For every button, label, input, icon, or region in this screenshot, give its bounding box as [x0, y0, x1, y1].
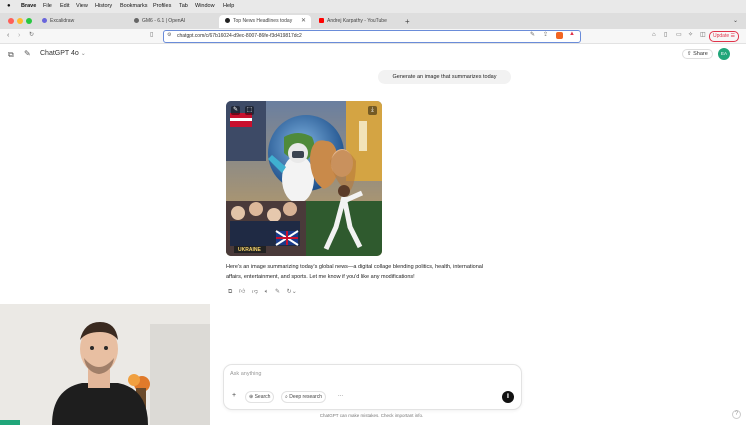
model-label: ChatGPT 4o: [40, 50, 79, 57]
search-button[interactable]: ⊕ Search: [245, 391, 275, 403]
generated-image[interactable]: UKRAINE ✎ ⬚ ⤓: [226, 101, 382, 256]
share-icon: ⇧: [687, 51, 692, 57]
tab-excalidraw[interactable]: Excalidraw: [36, 15, 122, 28]
menu-file[interactable]: File: [43, 3, 52, 9]
model-selector[interactable]: ChatGPT 4o ⌄: [40, 50, 86, 57]
tab-label: GM6 - 6.1 | OpenAI: [142, 18, 186, 24]
chevron-down-icon: ⌄: [80, 51, 86, 57]
tab-label: Excalidraw: [50, 18, 75, 24]
avatar[interactable]: EA: [718, 48, 730, 60]
wallet-icon[interactable]: ▭: [676, 31, 682, 40]
new-tab-button[interactable]: +: [405, 15, 410, 28]
youtube-icon: [319, 18, 324, 24]
sidebar-toggle-icon[interactable]: ⧉: [8, 50, 14, 60]
menu-app-name[interactable]: Brave: [21, 3, 36, 9]
menu-edit[interactable]: Edit: [60, 3, 69, 9]
menu-window[interactable]: Window: [195, 3, 215, 9]
tab-label: Andrej Karpathy - YouTube: [327, 18, 387, 24]
deep-research-button[interactable]: ⌕ Deep research: [281, 391, 326, 403]
tab-top-news[interactable]: Top News Headlines today ✕: [219, 15, 311, 28]
back-icon[interactable]: ‹: [7, 31, 9, 40]
edit-icon[interactable]: ✎: [530, 31, 535, 38]
menu-bookmarks[interactable]: Bookmarks: [120, 3, 148, 9]
menu-history[interactable]: History: [95, 3, 112, 9]
copy-icon[interactable]: ⧉: [228, 289, 232, 295]
presenter-video: [0, 304, 210, 425]
url-text[interactable]: chatgpt.com/c/67b16024-d9ec-8007-86fe-f3…: [177, 33, 302, 39]
share-page-icon[interactable]: ⇪: [543, 31, 548, 38]
brave-shields-icon[interactable]: [556, 32, 563, 39]
deep-research-label: Deep research: [289, 394, 322, 400]
help-icon[interactable]: ?: [732, 410, 741, 419]
reload-icon[interactable]: ↻: [29, 31, 34, 40]
menu-view[interactable]: View: [76, 3, 88, 9]
thumbs-up-icon[interactable]: 👍︎: [239, 289, 245, 295]
forward-icon[interactable]: ›: [18, 31, 20, 40]
apple-icon[interactable]: ●: [7, 3, 11, 9]
openai-icon: [134, 18, 139, 24]
more-options-icon[interactable]: ···: [335, 391, 346, 401]
image-caption: UKRAINE: [238, 247, 261, 253]
sidebar-icon[interactable]: ▯: [664, 31, 667, 40]
share-button[interactable]: ⇧ Share: [682, 49, 713, 59]
chatgpt-icon: [225, 18, 230, 24]
voice-mode-icon[interactable]: ⦀: [502, 391, 514, 403]
vpn-icon[interactable]: ◫: [700, 31, 706, 40]
menu-tab[interactable]: Tab: [179, 3, 188, 9]
composer: [223, 364, 522, 410]
bookmark-icon[interactable]: ▯: [150, 31, 153, 40]
menu-help[interactable]: Help: [223, 3, 234, 9]
browser-toolbar: ‹ › ↻ ▯ ⚙ chatgpt.com/c/67b16024-d9ec-80…: [0, 29, 746, 44]
share-label: Share: [693, 51, 708, 57]
new-chat-icon[interactable]: ✎: [24, 49, 31, 58]
tab-strip: Excalidraw GM6 - 6.1 | OpenAI Top News H…: [0, 13, 746, 29]
thumbs-down-icon[interactable]: 👎︎: [252, 289, 258, 295]
tab-youtube[interactable]: Andrej Karpathy - YouTube: [313, 15, 403, 28]
select-area-icon[interactable]: ⬚: [245, 106, 254, 115]
update-label: Update: [713, 33, 730, 39]
tab-list-chevron-icon[interactable]: ⌄: [733, 15, 738, 28]
mac-menu-bar: ● Brave File Edit View History Bookmarks…: [0, 0, 746, 13]
user-message: Generate an image that summarizes today: [378, 70, 511, 84]
puzzle-icon[interactable]: ✧: [688, 31, 693, 40]
globe-icon: ⊕: [249, 394, 254, 400]
tab-label: Top News Headlines today: [233, 18, 293, 24]
download-icon[interactable]: ⤓: [368, 106, 377, 115]
edit-in-canvas-icon[interactable]: ✎: [275, 289, 280, 295]
close-tab-icon[interactable]: ✕: [301, 15, 306, 28]
telescope-icon: ⌕: [285, 394, 288, 400]
tab-openai[interactable]: GM6 - 6.1 | OpenAI: [128, 15, 216, 28]
regenerate-icon[interactable]: ↻⌄: [287, 289, 297, 295]
collage-image: [226, 101, 382, 256]
site-settings-icon[interactable]: ⚙: [167, 32, 171, 38]
extensions-icon[interactable]: ⌂: [652, 31, 656, 40]
disclaimer: ChatGPT can make mistakes. Check importa…: [319, 413, 424, 418]
update-button[interactable]: Update ☰: [709, 31, 739, 42]
excalidraw-icon: [42, 18, 47, 24]
address-bar[interactable]: ⚙ chatgpt.com/c/67b16024-d9ec-8007-86fe-…: [163, 30, 581, 43]
zoom-window-icon[interactable]: [26, 18, 32, 24]
close-window-icon[interactable]: [8, 18, 14, 24]
search-label: Search: [254, 394, 271, 400]
edit-image-icon[interactable]: ✎: [231, 106, 240, 115]
read-aloud-icon[interactable]: 🔈︎: [265, 289, 269, 295]
minimize-window-icon[interactable]: [17, 18, 23, 24]
brave-rewards-icon[interactable]: ▲: [569, 31, 575, 37]
webcam-overlay: [0, 304, 210, 425]
menu-profiles[interactable]: Profiles: [153, 3, 171, 9]
assistant-message: Here's an image summarizing today's glob…: [226, 264, 484, 280]
message-actions: ⧉ 👍︎ 👎︎ 🔈︎ ✎ ↻⌄: [228, 287, 302, 296]
prompt-input[interactable]: Ask anything: [230, 371, 262, 377]
